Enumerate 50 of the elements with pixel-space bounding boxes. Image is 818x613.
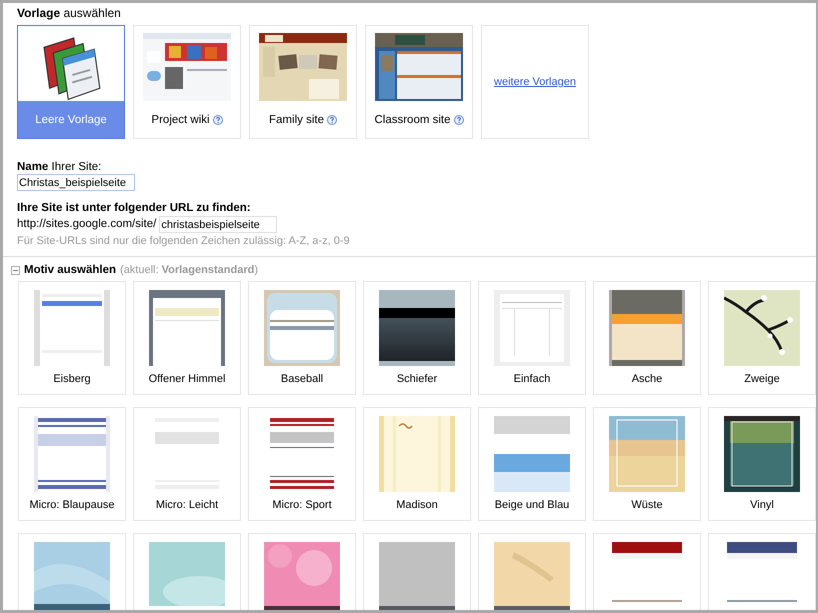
url-prefix: http://sites.google.com/site/: [17, 218, 156, 230]
theme-name: Beige und Blau: [494, 499, 570, 511]
theme-card[interactable]: Beige und Blau: [478, 407, 586, 521]
theme-name: Offener Himmel: [148, 373, 226, 385]
more-templates-link[interactable]: weitere Vorlagen: [494, 76, 576, 88]
theme-card[interactable]: Vinyl: [708, 407, 816, 521]
template-card[interactable]: Project wiki: [133, 25, 241, 139]
field-label: Name Ihrer Site:: [17, 161, 102, 173]
site-url-field[interactable]: christasbeispielseite: [159, 216, 278, 233]
help-icon[interactable]: [212, 114, 223, 124]
section-heading: Motiv auswählen: [24, 264, 116, 276]
template-label: Project wiki: [151, 114, 210, 126]
theme-name: Zweige: [744, 373, 780, 385]
theme-name: Madison: [396, 499, 438, 511]
theme-name: Einfach: [514, 373, 550, 385]
theme-name: Vinyl: [750, 499, 774, 511]
current-theme-note: (aktuell: Vorlagenstandard): [120, 264, 258, 276]
template-card[interactable]: Classroom site: [365, 25, 473, 139]
theme-card[interactable]: Offener Himmel: [133, 281, 241, 395]
site-name-field[interactable]: Christas_beispielseite: [17, 174, 135, 191]
template-card[interactable]: Family site: [249, 25, 357, 139]
template-label: Classroom site: [374, 114, 451, 126]
theme-card[interactable]: Einfach: [478, 281, 586, 395]
theme-card[interactable]: Micro: Leicht: [133, 407, 241, 521]
section-heading: Vorlage auswählen: [17, 6, 122, 20]
theme-card[interactable]: Madison: [363, 407, 471, 521]
theme-name: Schiefer: [396, 373, 438, 385]
help-icon[interactable]: [326, 114, 337, 124]
template-label: Family site: [269, 114, 324, 126]
field-label: Ihre Site ist unter folgender URL zu finden:: [17, 202, 252, 214]
theme-card[interactable]: Schiefer: [363, 281, 471, 395]
theme-name: Micro: Sport: [272, 499, 332, 511]
hint-text: Für Site-URLs sind nur die folgenden Zeichen zulässig: A-Z, a-z, 0-9: [17, 235, 351, 247]
theme-name: Micro: Blaupause: [30, 499, 114, 511]
theme-card[interactable]: Zweige: [708, 281, 816, 395]
theme-card[interactable]: Eisberg: [18, 281, 126, 395]
theme-name: Baseball: [280, 373, 324, 385]
theme-card[interactable]: Wüste: [593, 407, 701, 521]
collapse-icon[interactable]: [11, 266, 20, 274]
theme-name: Asche: [632, 373, 662, 385]
theme-card[interactable]: Asche: [593, 281, 701, 395]
template-card[interactable]: weitere Vorlagen: [481, 25, 589, 139]
help-icon[interactable]: [454, 114, 464, 124]
theme-name: Micro: Leicht: [156, 499, 218, 511]
theme-name: Eisberg: [53, 373, 91, 385]
theme-card[interactable]: Baseball: [248, 281, 356, 395]
theme-name: Wüste: [631, 499, 663, 511]
theme-card[interactable]: Micro: Sport: [248, 407, 356, 521]
template-label: Leere Vorlage: [35, 114, 107, 126]
theme-card[interactable]: Micro: Blaupause: [18, 407, 126, 521]
